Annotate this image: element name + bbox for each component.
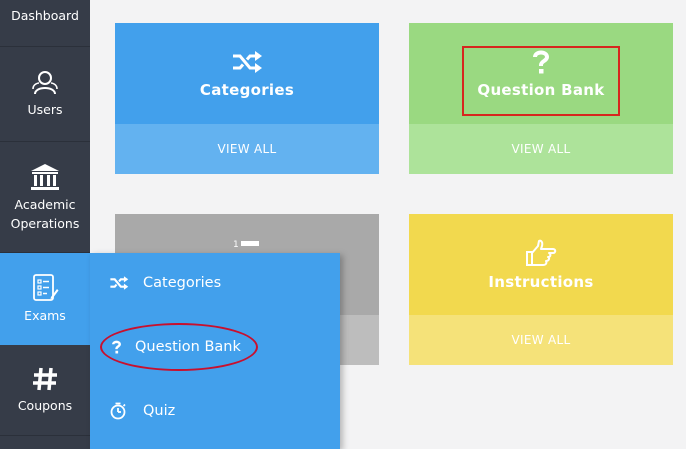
card-header: Instructions [409, 214, 673, 315]
sidebar-item-academic-operations[interactable]: Academic Operations [0, 142, 90, 253]
submenu-item-label: Categories [143, 275, 222, 291]
sidebar-item-label: Dashboard [11, 8, 79, 23]
card-header: Categories [115, 23, 379, 124]
users-icon [32, 71, 58, 95]
timer-icon [110, 402, 126, 420]
card-categories[interactable]: Categories VIEW ALL [115, 23, 379, 174]
sidebar-item-label: Coupons [17, 398, 73, 413]
submenu-item-categories[interactable]: Categories [90, 263, 340, 303]
view-all-link[interactable]: VIEW ALL [115, 124, 379, 174]
view-all-link[interactable]: VIEW ALL [409, 124, 673, 174]
sidebar-item-exams[interactable]: Exams [0, 253, 90, 345]
sidebar-item-label: Users [27, 102, 63, 117]
shuffle-icon [110, 276, 129, 290]
sidebar: Dashboard Users Academic Operations Exam… [0, 0, 90, 449]
view-all-link[interactable]: VIEW ALL [409, 315, 673, 365]
sidebar-item-coupons[interactable]: Coupons [0, 345, 90, 436]
shuffle-icon [233, 50, 262, 73]
svg-text:1: 1 [233, 240, 239, 250]
pointing-hand-icon [526, 239, 557, 266]
card-title: Categories [199, 80, 295, 99]
highlight-annotation-ellipse [100, 323, 258, 371]
submenu-item-label: Quiz [143, 403, 176, 419]
sidebar-item-label: Academic Operations [10, 196, 80, 231]
card-title: Instructions [488, 272, 594, 291]
card-instructions[interactable]: Instructions VIEW ALL [409, 214, 673, 365]
academic-building-icon [31, 163, 59, 190]
highlight-annotation-rectangle [462, 46, 620, 116]
exam-clipboard-icon [33, 274, 59, 301]
sidebar-item-label: Exams [24, 308, 66, 323]
sidebar-item-users[interactable]: Users [0, 47, 90, 142]
sidebar-item-dashboard[interactable]: Dashboard [0, 0, 90, 47]
submenu-item-quiz[interactable]: Quiz [90, 391, 340, 431]
hashtag-icon [33, 367, 57, 391]
